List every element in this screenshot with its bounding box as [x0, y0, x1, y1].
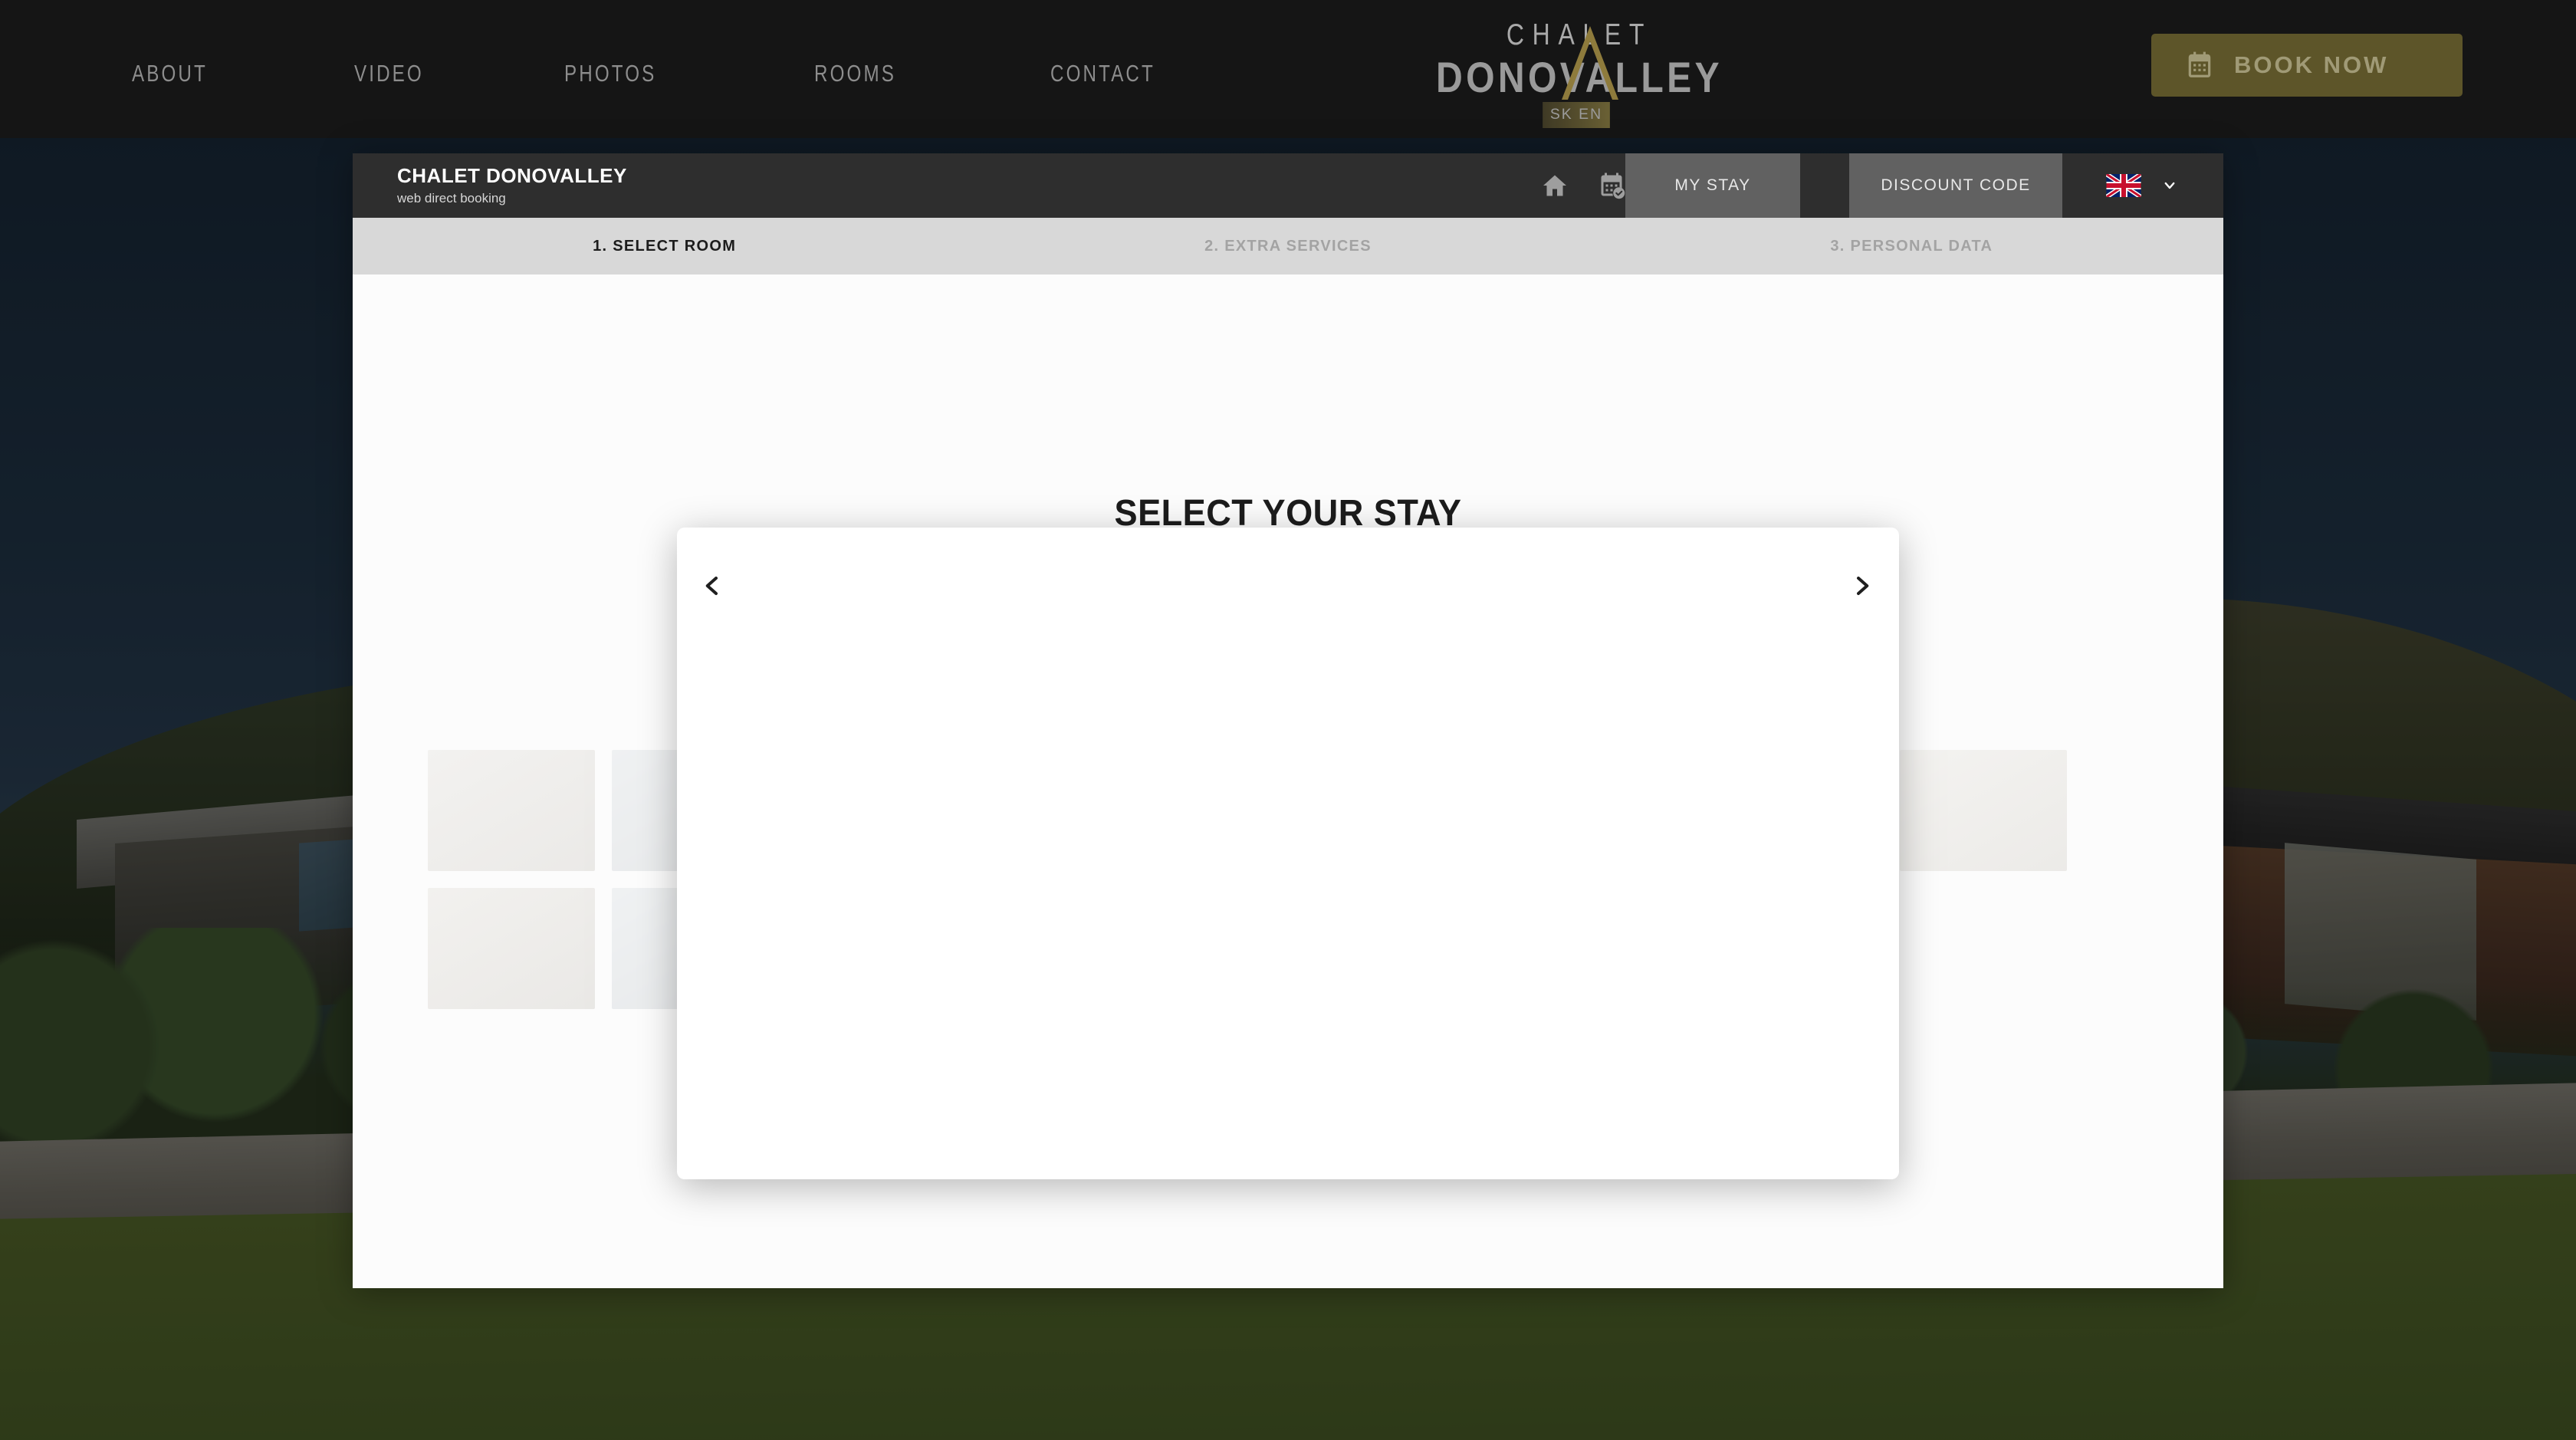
booking-header-icons: [1541, 153, 1625, 218]
nav-link-rooms[interactable]: ROOMS: [814, 60, 896, 87]
calendar-check-icon[interactable]: [1598, 172, 1625, 199]
book-now-label: BOOK NOW: [2234, 51, 2389, 78]
nav-link-about[interactable]: ABOUT: [132, 60, 208, 87]
site-language-switch[interactable]: SK EN: [1543, 102, 1610, 128]
chevron-right-icon: [1857, 577, 1869, 595]
uk-flag-icon: [2106, 174, 2141, 197]
next-month-button[interactable]: [1844, 567, 1881, 604]
tab-discount-code[interactable]: DISCOUNT CODE: [1849, 153, 2062, 218]
logo-donovalley-text: DONOVALLEY: [1436, 53, 1723, 101]
step-select-room[interactable]: 1. SELECT ROOM: [353, 218, 976, 275]
home-icon[interactable]: [1541, 172, 1569, 199]
booking-steps: 1. SELECT ROOM 2. EXTRA SERVICES 3. PERS…: [353, 218, 2223, 275]
book-now-button[interactable]: BOOK NOW: [2151, 34, 2463, 97]
chevron-down-icon: [2164, 182, 2175, 189]
site-navbar: ABOUT VIDEO PHOTOS ROOMS CONTACT CHALET …: [0, 0, 2576, 138]
booking-header: CHALET DONOVALLEY web direct booking MY …: [353, 153, 2223, 218]
booking-subtitle: web direct booking: [397, 191, 506, 205]
booking-brand: CHALET DONOVALLEY web direct booking: [397, 164, 627, 206]
nav-link-video[interactable]: VIDEO: [354, 60, 424, 87]
booking-title: CHALET DONOVALLEY: [397, 164, 627, 187]
gallery-thumb[interactable]: [428, 750, 595, 871]
language-picker[interactable]: [2062, 153, 2223, 218]
logo-chalet-text: CHALET: [1506, 18, 1653, 51]
nav-link-contact[interactable]: CONTACT: [1050, 60, 1155, 87]
gallery-thumb[interactable]: [1900, 750, 2067, 871]
tab-my-stay[interactable]: MY STAY: [1625, 153, 1800, 218]
chevron-left-icon: [705, 577, 718, 595]
gallery-thumb[interactable]: [428, 888, 595, 1009]
nav-link-photos[interactable]: PHOTOS: [564, 60, 656, 87]
date-picker-dialog: [677, 528, 1899, 1179]
calendar-icon: [2188, 51, 2211, 77]
previous-month-button[interactable]: [694, 567, 731, 604]
step-personal-data[interactable]: 3. PERSONAL DATA: [1600, 218, 2223, 275]
step-extra-services[interactable]: 2. EXTRA SERVICES: [976, 218, 1599, 275]
